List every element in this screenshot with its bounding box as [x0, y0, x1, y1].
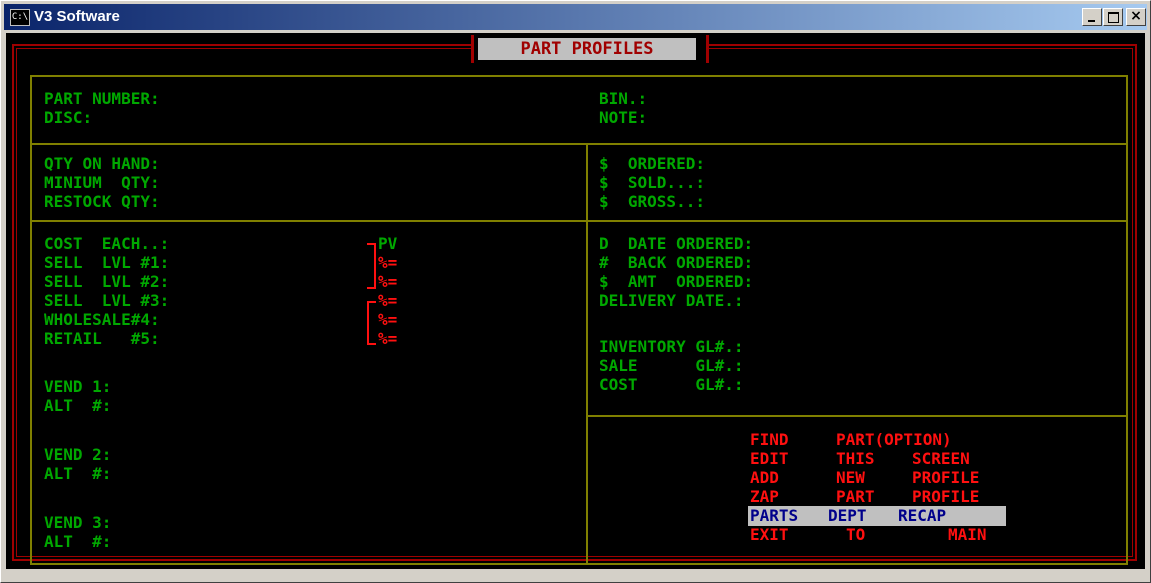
pv-bracket-lower	[367, 301, 376, 345]
menu-word: NEW	[836, 468, 865, 487]
menu-item-edit-screen[interactable]: EDIT THIS SCREEN	[748, 449, 1006, 469]
inventory-gl-label: INVENTORY GL#.:	[599, 337, 744, 356]
menu-word: EDIT	[750, 449, 789, 468]
window-title: V3 Software	[34, 8, 120, 25]
sale-gl-label: SALE GL#.:	[599, 356, 744, 375]
console-icon[interactable]: C:\	[10, 9, 30, 26]
sell-level-2-label: SELL LVL #2:	[44, 272, 170, 291]
vendor-2-label: VEND 2:	[44, 445, 112, 464]
menu-word: ADD	[750, 468, 779, 487]
vendor-1-alt-label: ALT #:	[44, 396, 112, 415]
pv-label: PV	[378, 234, 398, 253]
menu-item-add-profile[interactable]: ADD NEW PROFILE	[748, 468, 1006, 488]
restock-qty-label: RESTOCK QTY:	[44, 192, 160, 211]
back-ordered-label: # BACK ORDERED:	[599, 253, 754, 272]
minimum-qty-label: MINIUM QTY:	[44, 173, 160, 192]
close-icon: ×	[1130, 8, 1142, 24]
sell-level-3-label: SELL LVL #3:	[44, 291, 170, 310]
menu-divider	[586, 415, 1128, 417]
menu-word: RECAP	[898, 506, 947, 525]
note-label: NOTE:	[599, 108, 648, 127]
pct-level-3: %=	[378, 291, 398, 310]
maximize-button[interactable]	[1103, 8, 1123, 26]
row-divider	[30, 220, 1128, 222]
menu-item-find-part[interactable]: FIND PART(OPTION)	[748, 430, 1006, 450]
part-number-label: PART NUMBER:	[44, 89, 160, 108]
menu-word: PART	[836, 487, 875, 506]
pct-level-5: %=	[378, 329, 398, 348]
console-screen[interactable]: PART PROFILES PART NUMBER: DISC: BIN.: N…	[6, 33, 1145, 569]
wholesale-4-label: WHOLESALE#4:	[44, 310, 160, 329]
menu-item-exit-main[interactable]: EXIT TO MAIN	[748, 525, 1006, 545]
menu-word: TO	[846, 525, 866, 544]
date-ordered-label: D DATE ORDERED:	[599, 234, 754, 253]
menu-word: PROFILE	[912, 487, 980, 506]
delivery-date-label: DELIVERY DATE.:	[599, 291, 744, 310]
cost-each-label: COST EACH..:	[44, 234, 170, 253]
screen-header: PART PROFILES	[478, 38, 696, 60]
amount-ordered-label: $ AMT ORDERED:	[599, 272, 754, 291]
app-window: C:\ V3 Software × PART PROFILES PART NUM…	[0, 0, 1151, 583]
menu-word: FIND	[750, 430, 789, 449]
qty-on-hand-label: QTY ON HAND:	[44, 154, 160, 173]
vendor-2-alt-label: ALT #:	[44, 464, 112, 483]
maximize-icon	[1108, 12, 1119, 23]
menu-word: PROFILE	[912, 468, 980, 487]
retail-5-label: RETAIL #5:	[44, 329, 160, 348]
vendor-1-label: VEND 1:	[44, 377, 112, 396]
cost-gl-label: COST GL#.:	[599, 375, 744, 394]
menu-word: THIS	[836, 449, 875, 468]
menu-word: PART(OPTION)	[836, 430, 952, 449]
close-button[interactable]: ×	[1126, 8, 1146, 26]
menu-word: SCREEN	[912, 449, 970, 468]
column-divider	[586, 143, 588, 565]
dollars-gross-label: $ GROSS..:	[599, 192, 705, 211]
part-info-section	[30, 75, 1128, 145]
menu-item-parts-recap[interactable]: PARTS DEPT RECAP	[748, 506, 1006, 526]
pct-level-2: %=	[378, 272, 398, 291]
menu-word: PARTS	[750, 506, 799, 525]
pct-level-1: %=	[378, 253, 398, 272]
menu-word: MAIN	[948, 525, 987, 544]
pct-level-4: %=	[378, 310, 398, 329]
vendor-3-label: VEND 3:	[44, 513, 112, 532]
title-bar[interactable]: C:\ V3 Software ×	[4, 4, 1147, 30]
dollars-sold-label: $ SOLD...:	[599, 173, 705, 192]
pv-bracket-upper	[367, 243, 376, 289]
vendor-3-alt-label: ALT #:	[44, 532, 112, 551]
minimize-button[interactable]	[1082, 8, 1102, 26]
menu-item-zap-profile[interactable]: ZAP PART PROFILE	[748, 487, 1006, 507]
menu-word: ZAP	[750, 487, 779, 506]
disc-label: DISC:	[44, 108, 93, 127]
menu-word: DEPT	[828, 506, 867, 525]
sell-level-1-label: SELL LVL #1:	[44, 253, 170, 272]
menu-word: EXIT	[750, 525, 789, 544]
bin-label: BIN.:	[599, 89, 648, 108]
dollars-ordered-label: $ ORDERED:	[599, 154, 705, 173]
minimize-icon	[1088, 20, 1095, 22]
